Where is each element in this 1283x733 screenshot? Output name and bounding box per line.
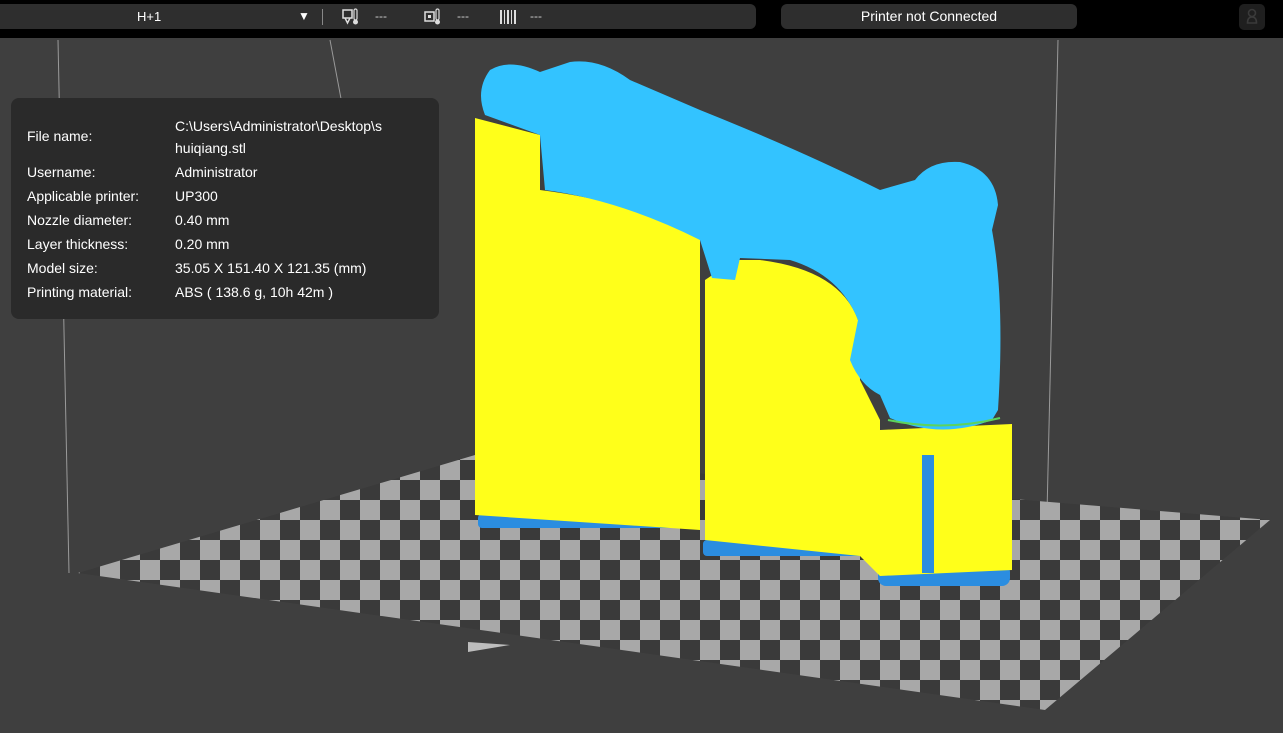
username-value: Administrator — [175, 164, 258, 180]
top-toolbar: H+1 ▼ --- --- --- Printer not Connected — [0, 0, 1283, 38]
printer-label: Applicable printer: — [27, 188, 140, 204]
chevron-down-icon[interactable]: ▼ — [298, 4, 310, 29]
bed-temperature-icon — [424, 8, 440, 25]
username-label: Username: — [27, 164, 96, 180]
progress-barcode-icon — [500, 10, 516, 24]
file-name-value: C:\Users\Administrator\Desktop\s — [175, 118, 382, 134]
material-value: ABS ( 138.6 g, 10h 42m ) — [175, 284, 333, 300]
platform-direction-arrow — [468, 642, 510, 652]
nozzle-value: 0.40 mm — [175, 212, 230, 228]
model-size-label: Model size: — [27, 260, 98, 276]
3d-viewport[interactable]: File name: C:\Users\Administrator\Deskto… — [0, 38, 1283, 733]
toolbar-divider — [322, 9, 323, 25]
nozzle-temperature-icon — [342, 8, 358, 25]
layer-label: Layer thickness: — [27, 236, 129, 252]
printer-status[interactable]: Printer not Connected — [781, 4, 1077, 29]
bed-temperature-value: --- — [457, 9, 469, 23]
user-icon[interactable] — [1239, 4, 1265, 30]
progress-value: --- — [530, 9, 542, 23]
nozzle-temperature-value: --- — [375, 9, 387, 23]
layer-value: 0.20 mm — [175, 236, 230, 252]
printer-value: UP300 — [175, 188, 218, 204]
nozzle-label: Nozzle diameter: — [27, 212, 133, 228]
printer-select[interactable]: H+1 — [137, 4, 161, 29]
model-info-panel: File name: C:\Users\Administrator\Deskto… — [11, 98, 439, 319]
material-label: Printing material: — [27, 284, 133, 300]
file-name-value-cont: huiqiang.stl — [175, 140, 246, 156]
model-size-value: 35.05 X 151.40 X 121.35 (mm) — [175, 260, 367, 276]
support-slot — [922, 455, 934, 573]
file-name-label: File name: — [27, 128, 93, 144]
